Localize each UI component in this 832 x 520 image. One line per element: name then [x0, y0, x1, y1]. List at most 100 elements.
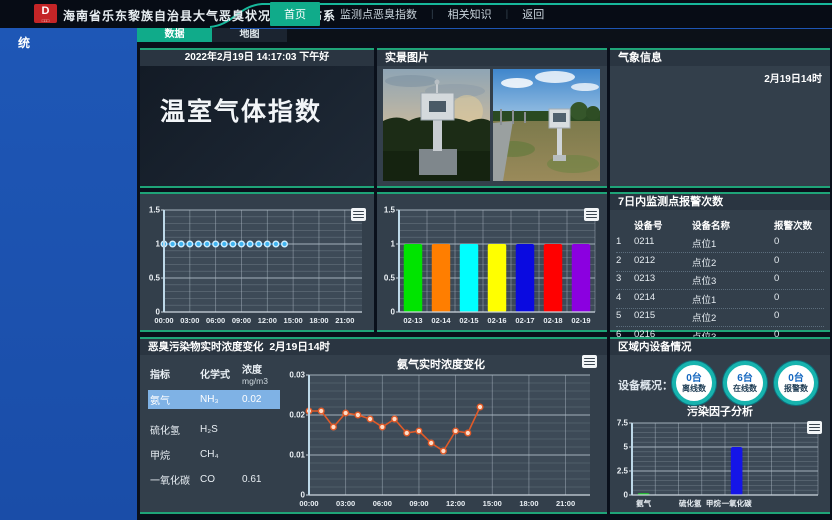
nav-back[interactable]: 返回	[508, 2, 558, 26]
svg-text:氨气: 氨气	[636, 498, 651, 508]
svg-text:1.5: 1.5	[384, 206, 396, 215]
odor-panel: 恶臭污染物实时浓度变化 2月19日14时 指标 化学式 浓度mg/m3 氨气NH…	[140, 337, 607, 514]
table-row: 20212点位20	[616, 253, 824, 272]
photos-panel: 实景图片	[377, 48, 607, 188]
stat-alarm: 0台 报警数	[774, 361, 818, 405]
stat-online: 6台 在线数	[723, 361, 767, 405]
svg-text:06:00: 06:00	[206, 316, 225, 325]
devices-panel: 区域内设备情况 设备概况： 0台 离线数 6台 在线数 0台 报警数 污染因子分…	[610, 337, 830, 514]
odor-row-ch4[interactable]: 甲烷CH₄	[150, 446, 280, 462]
svg-text:02-18: 02-18	[543, 316, 562, 325]
weather-time: 2月19日14时	[764, 70, 822, 85]
view-tabs: 数据 地图	[137, 28, 832, 42]
svg-text:0.5: 0.5	[384, 274, 396, 283]
table-row: 30213点位30	[616, 272, 824, 291]
svg-text:02-19: 02-19	[571, 316, 590, 325]
stat-offline: 0台 离线数	[672, 361, 716, 405]
svg-text:甲烷: 甲烷	[706, 498, 721, 508]
svg-text:00:00: 00:00	[154, 316, 173, 325]
site-photo-field	[493, 69, 600, 181]
alarms-panel: 7日内监测点报警次数 设备号 设备名称 报警次数 10211点位10 20212…	[610, 192, 830, 332]
chart-menu-icon[interactable]	[584, 208, 599, 221]
greenhouse-hourly-chart: 00.511.500:0003:0006:0009:0012:0015:0018…	[142, 204, 370, 326]
devices-panel-title: 区域内设备情况	[610, 339, 830, 355]
device-overview-label: 设备概况：	[618, 377, 673, 393]
svg-text:0: 0	[624, 491, 629, 500]
svg-text:0.03: 0.03	[289, 371, 305, 380]
site-photo-dusk	[383, 69, 490, 181]
nav-home[interactable]: 首页	[270, 2, 320, 26]
svg-text:09:00: 09:00	[232, 316, 251, 325]
svg-text:0: 0	[391, 308, 396, 317]
svg-text:06:00: 06:00	[373, 499, 392, 508]
svg-text:02-17: 02-17	[515, 316, 534, 325]
svg-text:02-13: 02-13	[403, 316, 422, 325]
site-photos	[383, 69, 600, 181]
greenhouse-panel: 2022年2月19日 14:17:03 下午好 温室气体指数	[140, 48, 374, 188]
greenhouse-title: 温室气体指数	[140, 66, 374, 128]
svg-text:硫化氢: 硫化氢	[679, 498, 702, 508]
odor-table-header: 指标 化学式 浓度mg/m3	[150, 361, 280, 386]
daily-index-chart: 0 0.5 1 1.5 02-13 02-14 02-15 02-16 02-17 02-18 02…	[379, 204, 603, 326]
weather-panel: 气象信息 2月19日14时	[610, 48, 830, 188]
chart-menu-icon[interactable]	[582, 355, 597, 368]
odor-row-h2s[interactable]: 硫化氢H₂S	[150, 421, 280, 437]
svg-text:00:00: 00:00	[299, 499, 318, 508]
tab-data[interactable]: 数据	[137, 28, 212, 42]
svg-text:1: 1	[391, 240, 396, 249]
svg-text:0.5: 0.5	[149, 274, 161, 283]
svg-text:1: 1	[156, 240, 161, 249]
odor-panel-time: 2月19日14时	[269, 341, 330, 353]
app-logo: D□□□	[34, 4, 57, 23]
alarms-table-header: 设备号 设备名称 报警次数	[616, 216, 824, 235]
svg-text:03:00: 03:00	[180, 316, 199, 325]
svg-text:一氧化碳: 一氧化碳	[722, 498, 752, 508]
svg-text:09:00: 09:00	[409, 499, 428, 508]
datetime-greeting: 2022年2月19日 14:17:03 下午好	[140, 50, 374, 66]
table-row: 40214点位10	[616, 290, 824, 309]
svg-text:15:00: 15:00	[483, 499, 502, 508]
odor-table: 指标 化学式 浓度mg/m3 氨气NH₃0.02 硫化氢H₂S 甲烷CH₄ 一氧…	[150, 361, 280, 496]
chart-menu-icon[interactable]	[807, 421, 822, 434]
table-row: 10211点位10	[616, 235, 824, 254]
svg-text:5: 5	[624, 443, 629, 452]
greenhouse-hourly-chart-panel: 00.511.500:0003:0006:0009:0012:0015:0018…	[140, 192, 374, 332]
svg-text:21:00: 21:00	[335, 316, 354, 325]
odor-panel-title: 恶臭污染物实时浓度变化 2月19日14时	[140, 339, 607, 355]
svg-text:18:00: 18:00	[309, 316, 328, 325]
daily-index-chart-panel: 0 0.5 1 1.5 02-13 02-14 02-15 02-16 02-17 02-18 02…	[377, 192, 607, 332]
nav-knowledge[interactable]: 相关知识	[434, 2, 506, 26]
sidebar: 统	[0, 28, 137, 520]
svg-text:18:00: 18:00	[519, 499, 538, 508]
svg-text:2.5: 2.5	[617, 467, 629, 476]
table-row: 50215点位20	[616, 309, 824, 328]
nav-odor-index[interactable]: 监测点恶臭指数	[326, 2, 431, 26]
svg-text:0.02: 0.02	[289, 411, 305, 420]
svg-text:21:00: 21:00	[556, 499, 575, 508]
odor-row-ammonia[interactable]: 氨气NH₃0.02	[148, 390, 280, 409]
svg-text:0.01: 0.01	[289, 451, 305, 460]
chart-menu-icon[interactable]	[351, 208, 366, 221]
svg-text:1.5: 1.5	[149, 206, 161, 215]
pollution-factor-chart: 0 2.5 5 7.5 氨气 硫化氢甲烷一氧化碳	[614, 417, 826, 509]
photos-panel-title: 实景图片	[377, 50, 607, 66]
main-nav: 首页 监测点恶臭指数 | 相关知识 | 返回	[270, 0, 558, 28]
svg-text:7.5: 7.5	[617, 419, 629, 428]
dashboard-screen: D□□□ 海南省乐东黎族自治县大气恶臭状况实时发布系 首页 监测点恶臭指数 | …	[0, 0, 832, 520]
svg-text:03:00: 03:00	[336, 499, 355, 508]
tab-map[interactable]: 地图	[212, 28, 287, 42]
odor-row-co[interactable]: 一氧化碳CO0.61	[150, 471, 280, 487]
svg-text:12:00: 12:00	[258, 316, 277, 325]
weather-panel-title: 气象信息	[610, 50, 830, 66]
ammonia-chart: 00.010.020.0300:0003:0006:0009:0012:0015…	[282, 369, 598, 509]
svg-text:12:00: 12:00	[446, 499, 465, 508]
system-title-overflow: 统	[18, 34, 31, 51]
svg-text:02-15: 02-15	[459, 316, 478, 325]
svg-text:02-16: 02-16	[487, 316, 506, 325]
greenhouse-body: 温室气体指数	[140, 66, 374, 186]
topbar: D□□□ 海南省乐东黎族自治县大气恶臭状况实时发布系 首页 监测点恶臭指数 | …	[0, 0, 832, 28]
alarms-table: 设备号 设备名称 报警次数 10211点位10 20212点位20 30213点…	[616, 216, 824, 346]
alarms-panel-title: 7日内监测点报警次数	[610, 194, 830, 210]
svg-text:15:00: 15:00	[284, 316, 303, 325]
svg-text:02-14: 02-14	[431, 316, 451, 325]
